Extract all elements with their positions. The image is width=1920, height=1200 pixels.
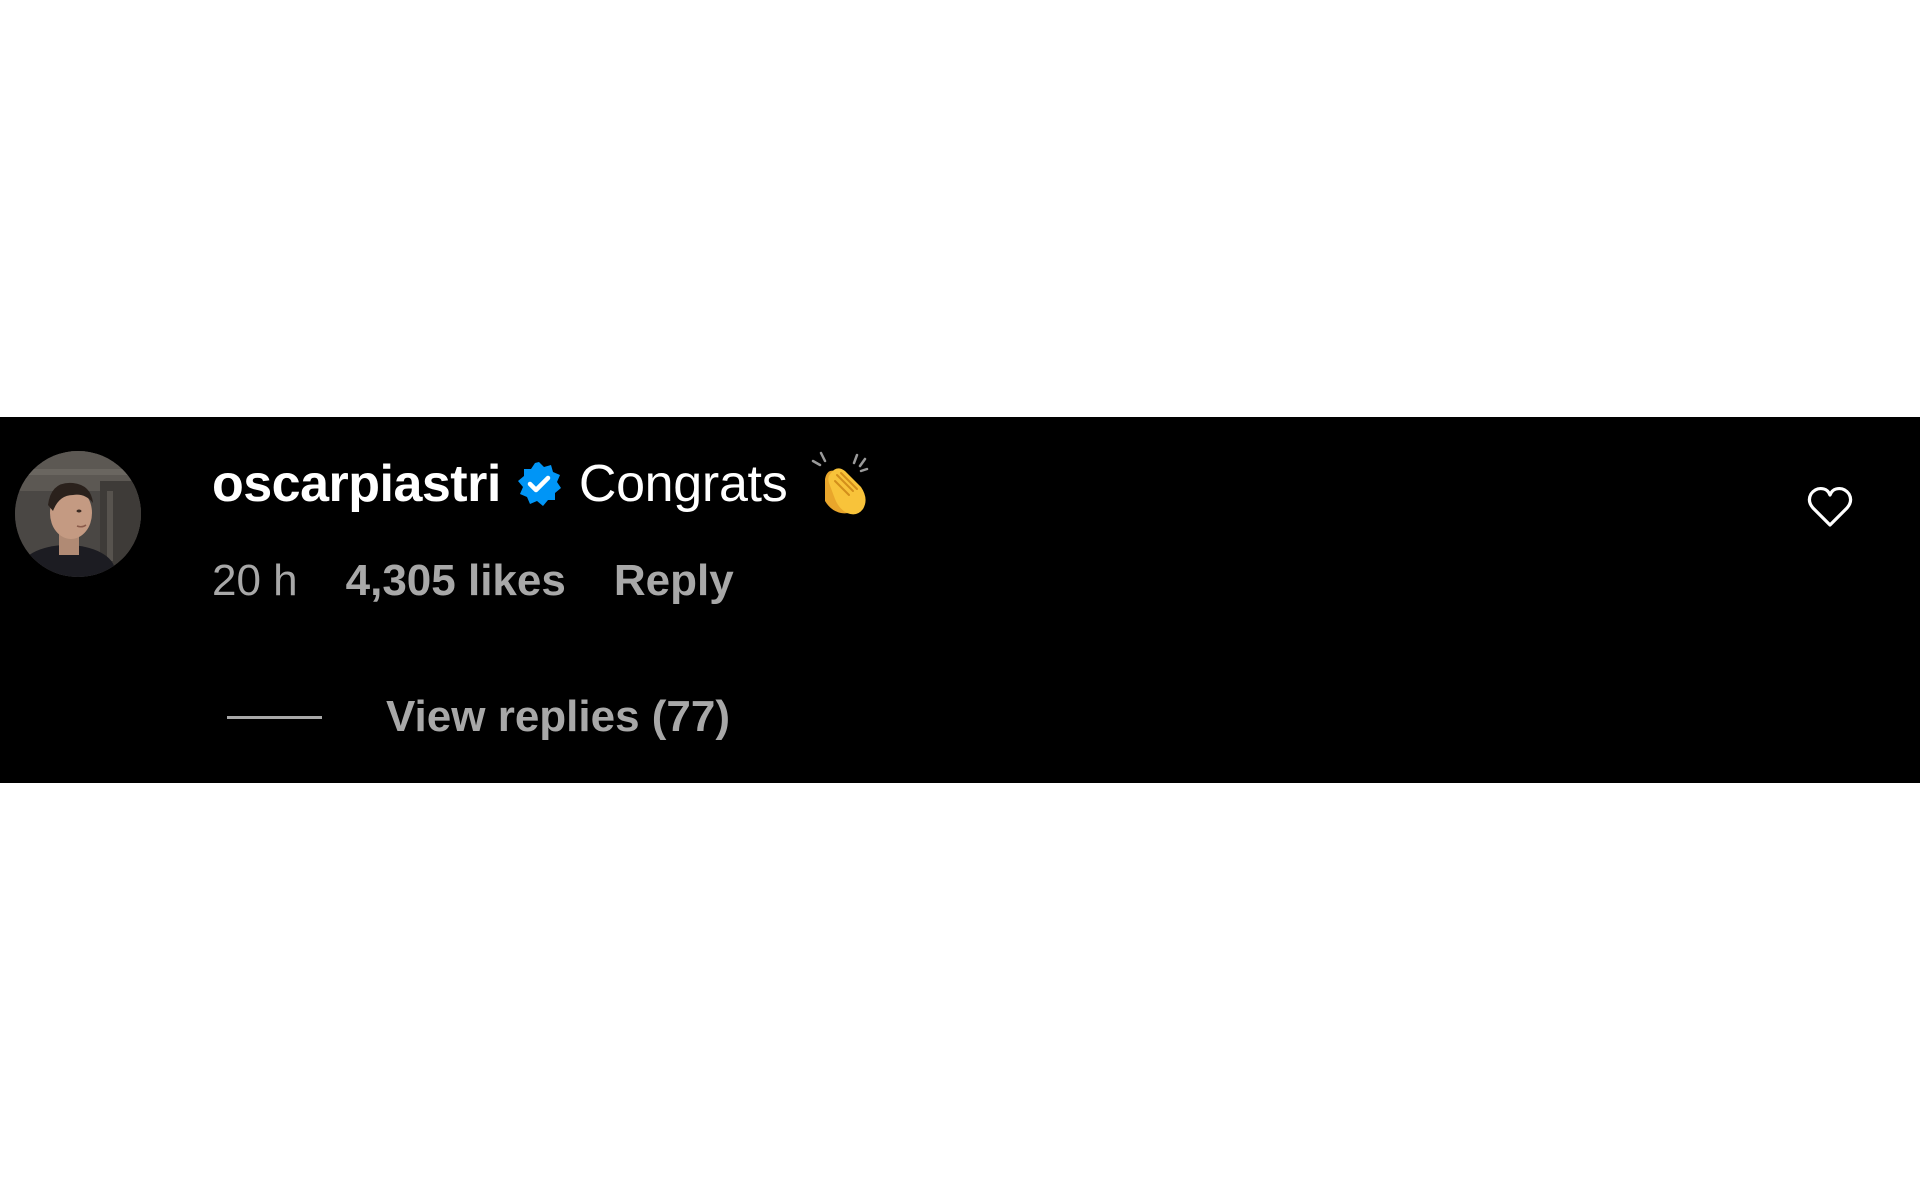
view-replies-row[interactable]: View replies (77): [227, 687, 730, 747]
avatar[interactable]: [15, 451, 141, 577]
verified-badge-icon: [515, 460, 563, 508]
comment-meta: 20 h 4,305 likes Reply: [212, 551, 734, 611]
view-replies-button[interactable]: View replies (77): [386, 692, 730, 742]
comment-text: Congrats: [578, 455, 788, 513]
clapping-hands-icon: [807, 449, 877, 519]
reply-button[interactable]: Reply: [614, 556, 734, 606]
comment-header: oscarpiastri Congrats: [212, 449, 877, 519]
likes-count-link[interactable]: 4,305 likes: [346, 556, 566, 606]
avatar-image: [15, 451, 141, 577]
username-link[interactable]: oscarpiastri: [212, 454, 501, 514]
heart-outline-icon[interactable]: [1805, 482, 1855, 532]
comment-item: oscarpiastri Congrats 20 h 4,305 likes R…: [0, 417, 1920, 783]
comment-time: 20 h: [212, 556, 298, 605]
replies-divider: [227, 715, 322, 719]
page: oscarpiastri Congrats 20 h 4,305 likes R…: [0, 0, 1920, 1200]
